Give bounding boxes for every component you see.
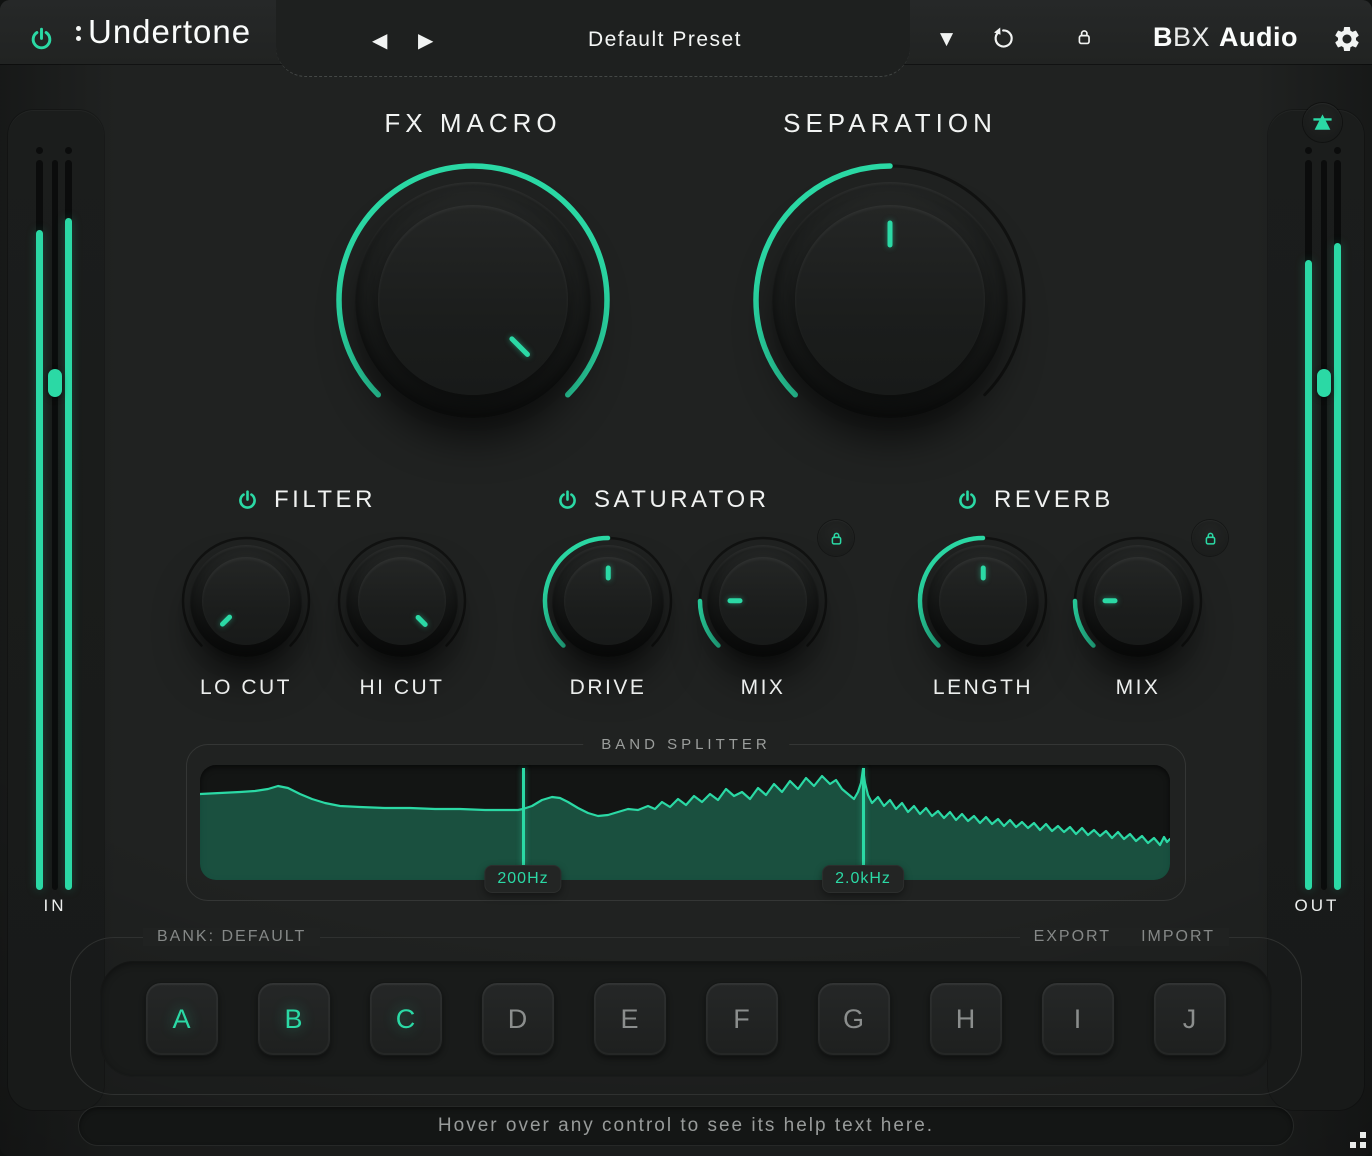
chevron-down-icon: ▼ [940,29,953,49]
reverb-section-header: REVERB [956,486,1114,514]
meter-peak-dot [65,147,72,154]
logo-text: Undertone [88,15,251,48]
bank-slot-d[interactable]: D [481,982,555,1056]
band-split-value-badge: 2.0kHz [822,865,904,893]
preset-dropdown-button[interactable]: ▼ [940,29,953,49]
brand-light: BX [1173,22,1210,53]
saturator-mix-label: MIX [683,676,843,700]
import-button[interactable]: IMPORT [1141,928,1215,946]
fx-macro-knob[interactable] [328,155,618,445]
brand-rest: Audio [1219,22,1298,53]
reverb-length-knob[interactable] [915,533,1051,669]
input-meter-right-fill [65,218,72,890]
bank-slot-f[interactable]: F [705,982,779,1056]
bank-label: BANK: DEFAULT [143,928,320,946]
filter-title: FILTER [274,486,376,514]
eject-triangle-icon [1311,111,1334,134]
band-splitter-title: BAND SPLITTER [583,736,789,753]
lo-cut-knob[interactable] [178,533,314,669]
drive-knob[interactable] [540,533,676,669]
lock-icon [1073,26,1095,48]
bank-slot-c[interactable]: C [369,982,443,1056]
bank-slot-h[interactable]: H [929,982,1003,1056]
reverb-mix-label: MIX [1058,676,1218,700]
bank-slot-b[interactable]: B [257,982,331,1056]
lock-icon [1201,529,1220,548]
resize-grip[interactable] [1350,1132,1366,1148]
output-gain-slider-track[interactable] [1321,160,1327,890]
lo-cut-label: LO CUT [166,676,326,700]
bank-slot-strip: ABCDEFGHIJ [100,961,1272,1077]
preset-name: Default Preset [588,28,742,52]
help-text: Hover over any control to see its help t… [438,1115,934,1137]
preset-lock-button[interactable] [1073,26,1095,48]
meter-peak-dot [1305,147,1312,154]
saturator-power-button[interactable] [556,489,579,512]
hi-cut-label: HI CUT [322,676,482,700]
reverb-title: REVERB [994,486,1114,514]
filter-power-button[interactable] [236,489,259,512]
gear-icon [1332,24,1362,54]
reverb-length-label: LENGTH [903,676,1063,700]
band-splitter-panel: 200Hz2.0kHz [200,765,1170,880]
reverb-mix-lock-button[interactable] [1192,520,1228,556]
auto-gain-button[interactable] [1303,103,1342,142]
separation-label: SEPARATION [740,108,1040,139]
saturator-section-header: SATURATOR [556,486,770,514]
settings-button[interactable] [1332,24,1362,54]
help-bar: Hover over any control to see its help t… [78,1106,1294,1146]
export-button[interactable]: EXPORT [1034,928,1112,946]
logo: Undertone [76,15,251,48]
output-meter-label: OUT [1262,896,1372,916]
meter-peak-dot [1334,147,1341,154]
band-split-line[interactable] [862,768,865,866]
input-gain-handle[interactable] [48,369,62,397]
band-split-line[interactable] [522,768,525,866]
output-meter-right-fill [1334,243,1341,890]
input-meter-left-fill [36,230,43,890]
next-preset-button[interactable]: ▶ [418,26,433,54]
reset-icon [990,26,1015,51]
prev-icon: ◀ [372,26,387,54]
brand-bold: B [1153,22,1173,53]
logo-dots-icon [76,26,81,48]
hi-cut-knob[interactable] [334,533,470,669]
spectrum-curve [200,765,1170,880]
power-icon [28,26,55,53]
master-power-button[interactable] [28,26,55,53]
bank-slot-a[interactable]: A [145,982,219,1056]
saturator-title: SATURATOR [594,486,770,514]
bank-slot-e[interactable]: E [593,982,667,1056]
input-meter-label: IN [0,896,110,916]
bank-actions: EXPORT IMPORT [1020,928,1229,946]
spectrum-display [200,765,1170,880]
next-icon: ▶ [418,26,433,54]
output-meter-left-fill [1305,260,1312,890]
lock-icon [827,529,846,548]
drive-label: DRIVE [528,676,688,700]
bank-slot-j[interactable]: J [1153,982,1227,1056]
saturator-mix-lock-button[interactable] [818,520,854,556]
prev-preset-button[interactable]: ◀ [372,26,387,54]
separation-knob[interactable] [745,155,1035,445]
reset-button[interactable] [990,26,1015,51]
brand: BBX Audio [1153,22,1298,53]
filter-section-header: FILTER [236,486,376,514]
reverb-mix-knob[interactable] [1070,533,1206,669]
meter-peak-dot [36,147,43,154]
output-gain-handle[interactable] [1317,369,1331,397]
bank-slot-g[interactable]: G [817,982,891,1056]
input-gain-slider-track[interactable] [52,160,58,890]
band-split-value-badge: 200Hz [484,865,561,893]
reverb-power-button[interactable] [956,489,979,512]
preset-selector[interactable]: Default Preset [515,28,815,52]
fx-macro-label: FX MACRO [323,108,623,139]
bank-slot-i[interactable]: I [1041,982,1115,1056]
plugin-window: Undertone ◀ ▶ Default Preset ▼ BBXAudio [0,0,1372,1156]
saturator-mix-knob[interactable] [695,533,831,669]
